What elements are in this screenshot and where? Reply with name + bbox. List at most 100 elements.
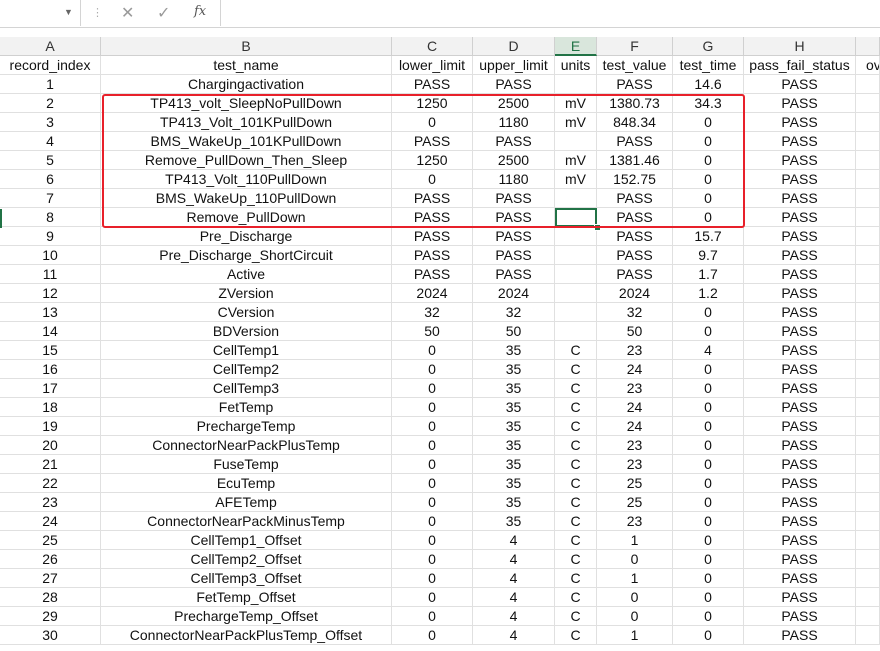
header-cell[interactable]: ov <box>856 56 880 75</box>
table-cell[interactable]: PASS <box>597 208 673 227</box>
cancel-icon[interactable]: ✕ <box>121 3 134 23</box>
table-cell[interactable]: PASS <box>744 455 856 474</box>
table-cell[interactable]: PASS <box>744 379 856 398</box>
table-cell[interactable]: PASS <box>744 170 856 189</box>
table-cell[interactable]: 21 <box>0 455 101 474</box>
table-cell[interactable]: 29 <box>0 607 101 626</box>
table-cell[interactable]: CellTemp1_Offset <box>101 531 392 550</box>
table-cell[interactable]: PASS <box>392 75 473 94</box>
table-cell[interactable]: 23 <box>597 341 673 360</box>
table-cell[interactable]: Active <box>101 265 392 284</box>
table-cell[interactable]: 0 <box>392 455 473 474</box>
table-cell[interactable] <box>856 417 880 436</box>
table-cell[interactable] <box>856 132 880 151</box>
table-cell[interactable] <box>856 189 880 208</box>
column-header-overflow[interactable] <box>856 37 880 56</box>
table-cell[interactable]: 0 <box>673 398 744 417</box>
table-cell[interactable]: 0 <box>673 607 744 626</box>
table-cell[interactable] <box>856 322 880 341</box>
table-cell[interactable]: PrechargeTemp_Offset <box>101 607 392 626</box>
table-cell[interactable]: 19 <box>0 417 101 436</box>
table-cell[interactable]: TP413_Volt_110PullDown <box>101 170 392 189</box>
table-cell[interactable]: 24 <box>597 360 673 379</box>
table-cell[interactable]: Chargingactivation <box>101 75 392 94</box>
table-cell[interactable]: 23 <box>0 493 101 512</box>
table-cell[interactable]: PASS <box>744 493 856 512</box>
table-cell[interactable]: AFETemp <box>101 493 392 512</box>
table-cell[interactable]: C <box>555 512 597 531</box>
table-cell[interactable]: 17 <box>0 379 101 398</box>
table-cell[interactable]: 4 <box>0 132 101 151</box>
table-cell[interactable]: 0 <box>673 512 744 531</box>
table-cell[interactable]: 0 <box>673 208 744 227</box>
table-cell[interactable]: C <box>555 360 597 379</box>
table-cell[interactable]: 30 <box>0 626 101 645</box>
table-cell[interactable] <box>856 151 880 170</box>
table-cell[interactable]: 23 <box>597 512 673 531</box>
table-cell[interactable] <box>856 246 880 265</box>
table-cell[interactable]: 1 <box>0 75 101 94</box>
table-cell[interactable]: 35 <box>473 512 555 531</box>
table-cell[interactable]: ConnectorNearPackPlusTemp_Offset <box>101 626 392 645</box>
table-cell[interactable]: Pre_Discharge <box>101 227 392 246</box>
table-cell[interactable]: 23 <box>597 455 673 474</box>
table-cell[interactable]: 9.7 <box>673 246 744 265</box>
table-cell[interactable]: 0 <box>597 550 673 569</box>
table-cell[interactable]: 25 <box>597 474 673 493</box>
table-cell[interactable] <box>856 170 880 189</box>
table-cell[interactable]: 0 <box>673 303 744 322</box>
table-cell[interactable]: PASS <box>392 246 473 265</box>
table-cell[interactable]: PASS <box>597 132 673 151</box>
table-cell[interactable]: PASS <box>744 189 856 208</box>
table-cell[interactable]: 35 <box>473 341 555 360</box>
table-cell[interactable]: 1.2 <box>673 284 744 303</box>
table-cell[interactable]: 0 <box>673 531 744 550</box>
table-cell[interactable] <box>856 607 880 626</box>
table-cell[interactable]: 0 <box>392 113 473 132</box>
table-cell[interactable] <box>856 550 880 569</box>
table-cell[interactable]: 1381.46 <box>597 151 673 170</box>
table-cell[interactable] <box>555 132 597 151</box>
table-cell[interactable]: PASS <box>744 303 856 322</box>
table-cell[interactable]: 27 <box>0 569 101 588</box>
table-cell[interactable]: 14.6 <box>673 75 744 94</box>
table-cell[interactable]: 0 <box>673 588 744 607</box>
table-cell[interactable]: PrechargeTemp <box>101 417 392 436</box>
table-cell[interactable]: 7 <box>0 189 101 208</box>
table-cell[interactable]: PASS <box>744 607 856 626</box>
table-cell[interactable]: 6 <box>0 170 101 189</box>
table-cell[interactable]: 0 <box>392 588 473 607</box>
table-cell[interactable] <box>856 341 880 360</box>
column-header-e[interactable]: E <box>555 37 597 56</box>
table-cell[interactable]: 0 <box>673 455 744 474</box>
table-cell[interactable]: 0 <box>392 607 473 626</box>
table-cell[interactable]: 2024 <box>597 284 673 303</box>
table-cell[interactable]: 0 <box>673 151 744 170</box>
table-cell[interactable]: PASS <box>392 189 473 208</box>
table-cell[interactable]: 152.75 <box>597 170 673 189</box>
table-cell[interactable]: 1250 <box>392 94 473 113</box>
table-cell[interactable]: 22 <box>0 474 101 493</box>
table-cell[interactable]: 0 <box>673 417 744 436</box>
formula-input[interactable] <box>220 0 880 26</box>
table-cell[interactable]: PASS <box>744 227 856 246</box>
table-cell[interactable]: 25 <box>0 531 101 550</box>
table-cell[interactable]: 34.3 <box>673 94 744 113</box>
table-cell[interactable]: 50 <box>392 322 473 341</box>
column-header-c[interactable]: C <box>392 37 473 56</box>
table-cell[interactable]: PASS <box>473 75 555 94</box>
table-cell[interactable] <box>555 75 597 94</box>
table-cell[interactable]: 1 <box>597 531 673 550</box>
table-cell[interactable]: PASS <box>744 246 856 265</box>
table-cell[interactable]: 0 <box>673 322 744 341</box>
header-cell[interactable]: lower_limit <box>392 56 473 75</box>
table-cell[interactable] <box>856 512 880 531</box>
table-cell[interactable]: 35 <box>473 455 555 474</box>
header-cell[interactable]: test_value <box>597 56 673 75</box>
table-cell[interactable]: 0 <box>673 493 744 512</box>
table-cell[interactable]: 18 <box>0 398 101 417</box>
table-cell[interactable]: CellTemp2_Offset <box>101 550 392 569</box>
table-cell[interactable]: mV <box>555 151 597 170</box>
table-cell[interactable]: 32 <box>392 303 473 322</box>
table-cell[interactable]: PASS <box>392 208 473 227</box>
